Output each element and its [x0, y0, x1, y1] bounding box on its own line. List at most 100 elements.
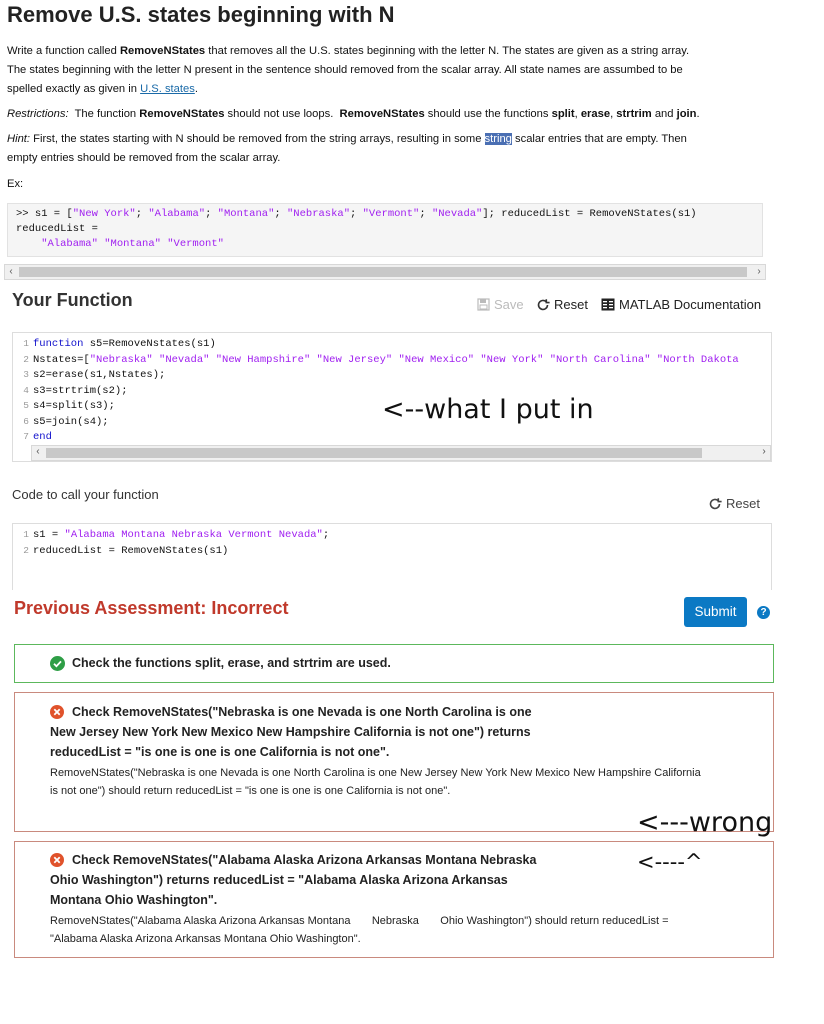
- code-line[interactable]: 1 s1 = "Alabama Montana Nebraska Vermont …: [15, 527, 329, 543]
- code-text: ;: [274, 208, 287, 220]
- call-code-title: Code to call your function: [12, 487, 159, 502]
- highlighted-text: string: [484, 133, 512, 145]
- submit-button[interactable]: Submit: [684, 597, 747, 627]
- scroll-right-icon[interactable]: ›: [758, 446, 770, 460]
- desc-text: spelled exactly as given in: [7, 83, 141, 95]
- example-label: Ex:: [7, 178, 24, 190]
- desc-function-name: RemoveNStates: [119, 45, 206, 57]
- code-string: "Nevada": [431, 208, 483, 220]
- desc-function-name: RemoveNStates: [339, 108, 425, 120]
- desc-text: should not use loops.: [224, 108, 340, 120]
- code-string: "Montana": [217, 208, 275, 220]
- matlab-documentation-link[interactable]: MATLAB Documentation: [601, 297, 761, 312]
- documentation-icon: [601, 298, 615, 311]
- restrictions-paragraph: Restrictions: The function RemoveNStates…: [7, 105, 767, 124]
- editor-horizontal-scrollbar[interactable]: ‹ ›: [31, 445, 771, 461]
- check-3-detail-2: "Alabama Alaska Arizona Arkansas Montana…: [50, 933, 361, 945]
- code-text: >> s1 = [: [16, 208, 73, 220]
- check-fail-icon: [50, 853, 64, 867]
- annotation-wrong: <---wrong: [637, 807, 773, 838]
- scroll-left-icon[interactable]: ‹: [32, 446, 44, 460]
- scroll-thumb[interactable]: [46, 448, 702, 458]
- code-string: "Alabama": [148, 208, 206, 220]
- code-line[interactable]: 2 Nstates=["Nebraska" "Nevada" "New Hamps…: [15, 352, 771, 368]
- assessment-title: Previous Assessment: Incorrect: [14, 598, 289, 618]
- help-icon[interactable]: ?: [757, 606, 770, 619]
- check-result-pass: Check the functions split, erase, and st…: [14, 644, 774, 683]
- code-line[interactable]: 3 s2=erase(s1,Nstates);: [15, 367, 771, 383]
- line-number: 1: [23, 529, 29, 540]
- desc-text: The states beginning with the letter N p…: [7, 64, 683, 76]
- scroll-left-icon[interactable]: ‹: [5, 265, 17, 279]
- desc-text: and: [651, 108, 677, 120]
- function-code-lines: 1 function s5=RemoveNstates(s1) 2 Nstates=…: [15, 336, 771, 445]
- func-split: split: [551, 108, 575, 120]
- func-strtrim: strtrim: [616, 108, 652, 120]
- code-text: ;: [350, 208, 363, 220]
- check-2-detail-1: RemoveNStates("Nebraska is one Nevada is…: [50, 767, 701, 779]
- code-line[interactable]: 7 end: [15, 429, 771, 445]
- call-reset-button[interactable]: Reset: [708, 496, 760, 511]
- annotation-what-i-put-in: <--what I put in: [382, 394, 594, 425]
- desc-function-name: RemoveNStates: [139, 108, 225, 120]
- code-text: reducedList = RemoveNStates(s1): [33, 544, 229, 557]
- code-string: "Vermont": [362, 208, 420, 220]
- description-paragraph: Write a function called RemoveNStates th…: [7, 42, 767, 99]
- code-text: ;: [322, 529, 330, 541]
- scroll-thumb[interactable]: [19, 267, 747, 277]
- desc-text: .: [696, 108, 700, 120]
- code-text: s5=RemoveNstates(s1): [83, 338, 216, 350]
- code-text: s4=split(s3);: [33, 400, 115, 412]
- check-1-text: Check the functions split, erase, and st…: [72, 656, 391, 670]
- line-number: 2: [23, 544, 29, 556]
- func-join: join: [676, 108, 697, 120]
- code-line[interactable]: 1 function s5=RemoveNstates(s1): [15, 336, 771, 352]
- check-2-line-3: reducedList = "is one is one is one Cali…: [50, 745, 390, 759]
- code-text: ;: [135, 208, 149, 220]
- example-line-2: reducedList =: [16, 223, 98, 235]
- code-string: "Alabama Montana Nebraska Vermont Nevada…: [64, 529, 323, 541]
- reset-button[interactable]: Reset: [536, 297, 588, 312]
- code-string: "Nebraska" "Nevada" "New Hampshire" "New…: [89, 353, 739, 366]
- desc-text: that removes all the U.S. states beginni…: [205, 45, 690, 57]
- code-string: "Nebraska": [287, 208, 351, 220]
- call-code-editor[interactable]: 1 s1 = "Alabama Montana Nebraska Vermont …: [12, 523, 772, 590]
- save-icon: [477, 298, 490, 311]
- code-keyword: end: [33, 431, 52, 443]
- desc-text: The function: [68, 108, 140, 120]
- line-number: 2: [23, 353, 29, 365]
- example-horizontal-scrollbar[interactable]: ‹ ›: [4, 264, 766, 280]
- line-number: 7: [23, 431, 29, 442]
- code-text: Nstates=[: [33, 353, 90, 366]
- page-title: Remove U.S. states beginning with N: [7, 2, 395, 27]
- example-line-1: >> s1 = ["New York"; "Alabama"; "Montana…: [16, 207, 697, 223]
- line-number: 6: [23, 415, 29, 427]
- documentation-label: MATLAB Documentation: [619, 297, 762, 312]
- line-number: 5: [23, 400, 29, 411]
- desc-text: Write a function called: [7, 45, 120, 57]
- save-button[interactable]: Save: [477, 297, 524, 312]
- example-line-3: "Alabama" "Montana" "Vermont": [16, 238, 224, 250]
- code-text: s5=join(s4);: [33, 415, 109, 428]
- code-text: s1 =: [33, 529, 65, 541]
- example-code-box: >> s1 = ["New York"; "Alabama"; "Montana…: [7, 203, 763, 257]
- line-number: 3: [23, 369, 29, 380]
- your-function-title: Your Function: [12, 290, 133, 310]
- code-text: ;: [205, 208, 218, 220]
- scroll-right-icon[interactable]: ›: [753, 265, 765, 279]
- desc-text: empty entries should be removed from the…: [7, 152, 281, 164]
- check-3-detail-1: RemoveNStates("Alabama Alaska Arizona Ar…: [50, 915, 669, 927]
- save-label: Save: [494, 297, 524, 312]
- code-keyword: function: [33, 338, 84, 350]
- code-line[interactable]: 2 reducedList = RemoveNStates(s1): [15, 543, 329, 559]
- line-number: 4: [23, 384, 29, 396]
- desc-text: should use the functions: [424, 108, 552, 120]
- reset-icon: [709, 497, 722, 509]
- code-text: ]; reducedList = RemoveNStates(s1): [482, 208, 697, 220]
- check-2-detail-2: is not one") should return reducedList =…: [50, 785, 451, 797]
- desc-text: First, the states starting with N should…: [30, 133, 485, 145]
- check-fail-icon: [50, 705, 64, 719]
- code-text: s3=strtrim(s2);: [33, 384, 128, 397]
- check-2-line-1: Check RemoveNStates("Nebraska is one Nev…: [72, 705, 532, 719]
- us-states-link[interactable]: U.S. states: [140, 83, 195, 95]
